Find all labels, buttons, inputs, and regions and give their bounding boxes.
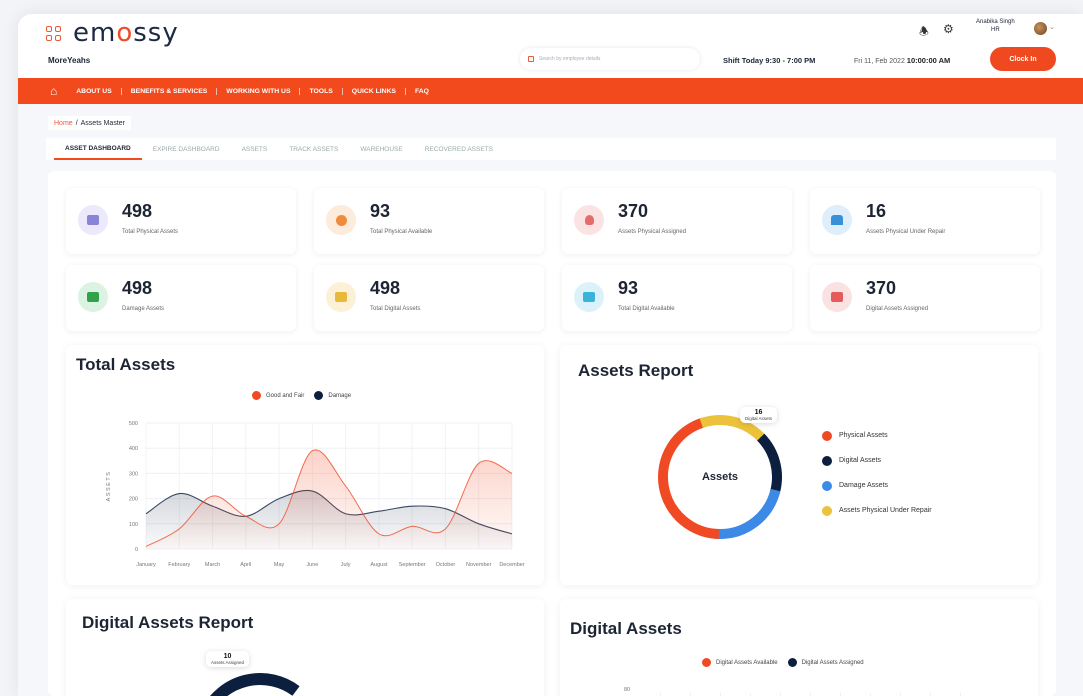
digital-assets-card: Digital Assets Digital Assets Available … bbox=[560, 599, 1038, 696]
stat-card[interactable]: 370 Digital Assets Assigned bbox=[810, 265, 1040, 331]
y-tick-label: 100 bbox=[129, 522, 138, 528]
donut-callout: 16 Digital Assets bbox=[740, 407, 778, 423]
y-axis-label: ASSETS bbox=[106, 471, 112, 502]
main-nav: ⌂ ABOUT US BENEFITS & SERVICES WORKING W… bbox=[18, 78, 1083, 104]
stat-card[interactable]: 93 Total Physical Available bbox=[314, 188, 544, 254]
tab-bar: ASSET DASHBOARD EXPIRE DASHBOARD ASSETS … bbox=[46, 138, 1056, 160]
donut-segment bbox=[210, 673, 300, 696]
x-tick-label: November bbox=[466, 562, 492, 568]
date-time: Fri 11, Feb 2022 10:00:00 AM bbox=[854, 56, 951, 65]
nav-item-working[interactable]: WORKING WITH US bbox=[217, 87, 301, 95]
x-tick-label: May bbox=[274, 562, 285, 568]
digital-assets-title: Digital Assets bbox=[570, 619, 682, 638]
dashboard-panel: 498 Total Physical Assets 93 Total Physica… bbox=[48, 171, 1056, 696]
stat-card[interactable]: 498 Total Physical Assets bbox=[66, 188, 296, 254]
physical-assigned-icon bbox=[574, 205, 604, 235]
total-assets-chart: 0 100 200 300 400 500 January February March Apri… bbox=[106, 421, 525, 568]
breadcrumb: Home / Assets Master bbox=[48, 116, 131, 130]
y-tick-label: 500 bbox=[129, 421, 138, 427]
x-tick-label: September bbox=[399, 562, 426, 568]
digital-assets-icon bbox=[326, 282, 356, 312]
brand-name: emossy bbox=[73, 18, 179, 48]
stat-card[interactable]: 498 Total Digital Assets bbox=[314, 265, 544, 331]
chevron-down-icon[interactable]: ⌄ bbox=[1049, 23, 1055, 31]
tab-assets[interactable]: ASSETS bbox=[231, 138, 279, 160]
physical-available-icon bbox=[326, 205, 356, 235]
physical-assets-icon bbox=[78, 205, 108, 235]
tab-expire-dashboard[interactable]: EXPIRE DASHBOARD bbox=[142, 138, 231, 160]
app-window: emossy MoreYeahs Search by employee deta… bbox=[18, 14, 1083, 696]
nav-item-faq[interactable]: FAQ bbox=[406, 88, 438, 95]
legend-item[interactable]: Digital Assets Assigned bbox=[787, 658, 864, 667]
x-tick-label: August bbox=[370, 562, 388, 568]
y-tick-label: 300 bbox=[129, 471, 138, 477]
nav-item-about[interactable]: ABOUT US bbox=[67, 87, 122, 95]
legend-item[interactable]: Digital Assets bbox=[822, 448, 932, 473]
stat-card[interactable]: 16 Assets Physical Under Repair bbox=[810, 188, 1040, 254]
x-tick-label: March bbox=[205, 562, 220, 568]
assets-report-legend: Physical Assets Digital Assets Damage As… bbox=[822, 423, 932, 523]
logo[interactable]: emossy bbox=[46, 18, 179, 48]
breadcrumb-current: Assets Master bbox=[80, 119, 125, 127]
tab-track-assets[interactable]: TRACK ASSETS bbox=[278, 138, 349, 160]
legend-item[interactable]: Damage Assets bbox=[822, 473, 932, 498]
x-tick-label: January bbox=[136, 562, 156, 568]
tab-warehouse[interactable]: WAREHOUSE bbox=[349, 138, 413, 160]
donut-slice bbox=[718, 488, 781, 539]
breadcrumb-home[interactable]: Home bbox=[54, 120, 73, 127]
x-tick-label: June bbox=[306, 562, 318, 568]
nav-item-benefits[interactable]: BENEFITS & SERVICES bbox=[122, 87, 218, 95]
shift-info: Shift Today 9:30 - 7:00 PM bbox=[723, 56, 816, 65]
y-tick-label: 0 bbox=[135, 547, 138, 553]
stat-card[interactable]: 93 Total Digital Available bbox=[562, 265, 792, 331]
notification-bell-icon[interactable]: 🕭 bbox=[919, 23, 929, 42]
x-tick-label: February bbox=[168, 562, 190, 568]
digital-report-donut bbox=[210, 673, 300, 696]
donut-slice bbox=[757, 433, 782, 494]
search-icon bbox=[528, 56, 534, 62]
x-tick-label: December bbox=[499, 562, 525, 568]
home-icon[interactable]: ⌂ bbox=[50, 84, 57, 98]
legend-item[interactable]: Digital Assets Available bbox=[702, 658, 778, 667]
y-tick-label: 200 bbox=[129, 497, 138, 503]
stat-card[interactable]: 370 Assets Physical Assigned bbox=[562, 188, 792, 254]
donut-center-label: Assets bbox=[701, 471, 739, 483]
damage-assets-icon bbox=[78, 282, 108, 312]
digital-assigned-icon bbox=[822, 282, 852, 312]
series-area bbox=[146, 449, 512, 549]
company-name: MoreYeahs bbox=[48, 56, 91, 65]
top-bar: emossy MoreYeahs Search by employee deta… bbox=[18, 14, 1083, 78]
digital-available-icon bbox=[574, 282, 604, 312]
legend-item[interactable]: Physical Assets bbox=[822, 423, 932, 448]
assets-report-card: Assets Report Assets 16 Digital Assets Ph… bbox=[560, 345, 1038, 585]
under-repair-icon bbox=[822, 205, 852, 235]
tab-recovered-assets[interactable]: RECOVERED ASSETS bbox=[414, 138, 504, 160]
settings-gear-icon[interactable]: ⚙ bbox=[943, 22, 954, 36]
legend-item[interactable]: Assets Physical Under Repair bbox=[822, 498, 932, 523]
digital-assets-legend: Digital Assets Available Digital Assets … bbox=[702, 658, 864, 667]
y-tick-label: 80 bbox=[624, 687, 631, 693]
y-tick-label: 400 bbox=[129, 446, 138, 452]
total-assets-card: Total Assets Good and Fair Damage 0 100 20… bbox=[66, 345, 544, 585]
user-menu[interactable]: Anabika Singh HR bbox=[976, 18, 1015, 34]
stat-card[interactable]: 498 Damage Assets bbox=[66, 265, 296, 331]
clock-in-button[interactable]: Clock In bbox=[990, 47, 1056, 71]
avatar[interactable] bbox=[1034, 22, 1047, 35]
search-input[interactable]: Search by employee details bbox=[520, 48, 700, 70]
apps-grid-icon[interactable] bbox=[46, 25, 61, 41]
assets-report-chart bbox=[658, 415, 782, 539]
tab-asset-dashboard[interactable]: ASSET DASHBOARD bbox=[54, 138, 142, 160]
x-tick-label: April bbox=[240, 562, 251, 568]
x-tick-label: July bbox=[341, 562, 351, 568]
x-tick-label: October bbox=[436, 562, 456, 568]
nav-item-tools[interactable]: TOOLS bbox=[300, 87, 343, 95]
nav-item-quick-links[interactable]: QUICK LINKS bbox=[343, 87, 406, 95]
digital-assets-report-card: Digital Assets Report 10 Assets Assigned bbox=[66, 599, 544, 696]
